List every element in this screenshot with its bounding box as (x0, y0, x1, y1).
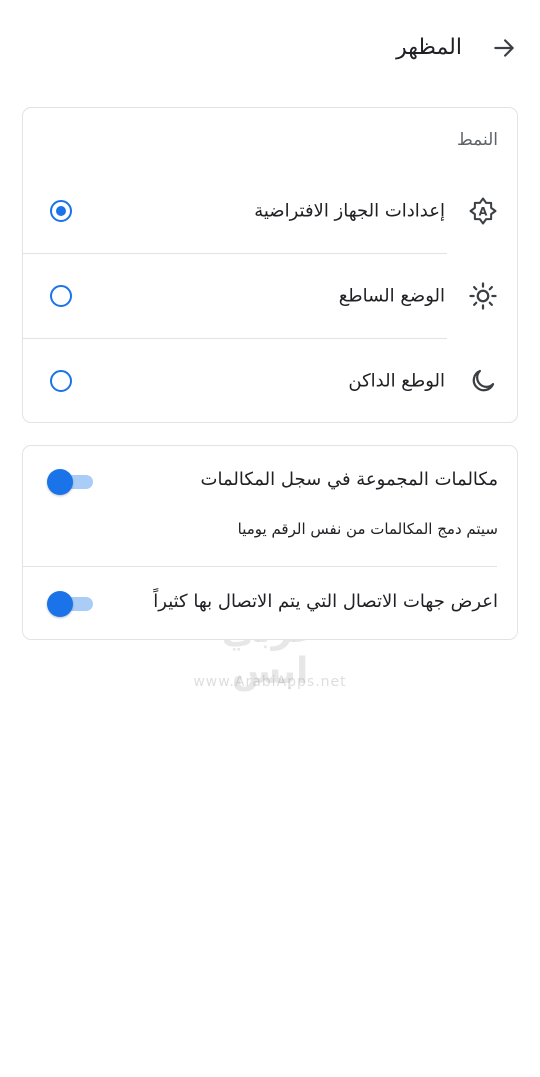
section-title-theme: النمط (457, 130, 498, 150)
frequent-contacts-toggle[interactable] (47, 591, 93, 617)
auto-brightness-icon: A (467, 195, 499, 227)
toggle-thumb (47, 591, 73, 617)
radio-button[interactable] (50, 370, 72, 392)
radio-button[interactable] (50, 285, 72, 307)
back-button[interactable] (486, 30, 522, 66)
toggle-thumb (47, 469, 73, 495)
page-title: المظهر (396, 35, 462, 60)
top-app-bar: المظهر (0, 0, 540, 96)
grouped-calls-toggle[interactable] (47, 469, 93, 495)
theme-option-light[interactable]: الوضع الساطع (23, 254, 517, 338)
sun-icon (467, 280, 499, 312)
grouped-calls-title: مكالمات المجموعة في سجل المكالمات (200, 469, 498, 490)
theme-option-label: الوطع الداكن (348, 370, 445, 392)
theme-card: النمط A إعدادات الجهاز الافتراضية الوضع … (22, 107, 518, 423)
radio-button-selected[interactable] (50, 200, 72, 222)
theme-option-dark[interactable]: الوطع الداكن (23, 339, 517, 422)
call-settings-card: مكالمات المجموعة في سجل المكالمات سيتم د… (22, 445, 518, 640)
frequent-contacts-title: اعرض جهات الاتصال التي يتم الاتصال بها ك… (153, 591, 498, 612)
grouped-calls-row[interactable]: مكالمات المجموعة في سجل المكالمات سيتم د… (23, 446, 517, 566)
watermark-url: www.ArabiApps.net (193, 674, 347, 690)
arrow-back-icon (494, 39, 514, 57)
frequent-contacts-row[interactable]: اعرض جهات الاتصال التي يتم الاتصال بها ك… (23, 567, 517, 639)
theme-option-label: الوضع الساطع (338, 285, 445, 307)
theme-option-system-default[interactable]: A إعدادات الجهاز الافتراضية (23, 169, 517, 253)
theme-option-label: إعدادات الجهاز الافتراضية (254, 200, 445, 222)
grouped-calls-subtitle: سيتم دمج المكالمات من نفس الرقم يوميا (237, 520, 498, 538)
moon-icon (467, 365, 499, 397)
svg-text:A: A (479, 205, 488, 218)
